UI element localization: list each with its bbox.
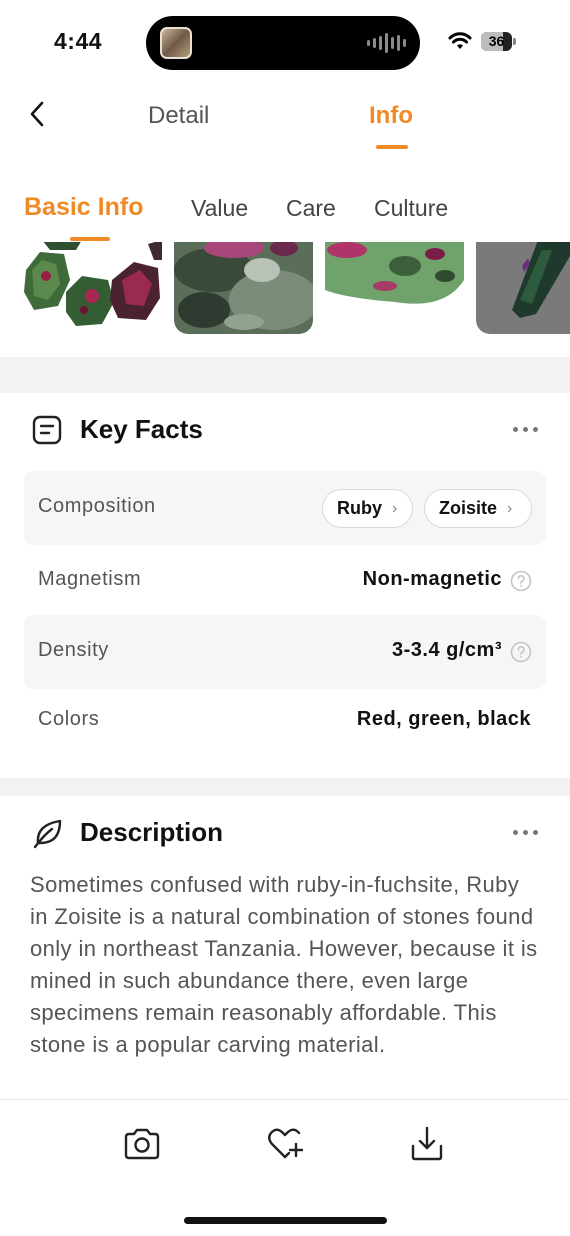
- gem-photo-beads[interactable]: [22, 242, 162, 334]
- chip-zoisite[interactable]: Zoisite ›: [424, 489, 532, 528]
- help-icon[interactable]: [510, 570, 532, 592]
- chevron-right-icon: ›: [507, 499, 513, 517]
- gem-photo-point[interactable]: [476, 242, 570, 334]
- bottom-action-bar: [0, 1099, 570, 1236]
- chevron-left-icon: [30, 101, 44, 127]
- back-button[interactable]: [22, 96, 52, 132]
- chip-ruby[interactable]: Ruby ›: [322, 489, 413, 528]
- subtab-basic-info[interactable]: Basic Info: [24, 193, 143, 222]
- chevron-right-icon: ›: [392, 499, 398, 517]
- battery-level-text: 36: [488, 33, 505, 49]
- magnetism-value: Non-magnetic: [362, 568, 502, 590]
- fact-row-density: Density 3-3.4 g/cm³: [24, 615, 546, 689]
- dynamic-island[interactable]: [146, 16, 420, 70]
- help-icon[interactable]: [510, 641, 532, 663]
- camera-icon[interactable]: [122, 1124, 162, 1164]
- colors-value: Red, green, black: [356, 708, 531, 730]
- download-icon[interactable]: [407, 1124, 447, 1164]
- subtab-culture[interactable]: Culture: [374, 195, 448, 222]
- colors-label: Colors: [38, 708, 100, 730]
- description-text: Sometimes confused with ruby-in-fuchsite…: [30, 872, 538, 1057]
- fact-row-colors: Colors Red, green, black: [24, 684, 546, 758]
- audio-wave-icon: [367, 32, 406, 54]
- gem-image-gallery[interactable]: [0, 242, 570, 338]
- battery-icon: 36: [481, 32, 516, 51]
- chip-ruby-label: Ruby: [337, 498, 382, 518]
- sub-tab-bar: Basic Info Value Care Culture: [0, 192, 570, 244]
- heart-add-icon[interactable]: [265, 1124, 305, 1164]
- list-card-icon: [32, 415, 62, 445]
- status-bar: 4:44 36: [0, 0, 570, 86]
- description-title: Description: [80, 817, 224, 847]
- now-playing-thumbnail: [160, 27, 192, 59]
- density-label: Density: [38, 639, 109, 661]
- chip-zoisite-label: Zoisite: [439, 498, 498, 518]
- home-indicator[interactable]: [184, 1217, 387, 1224]
- fact-row-magnetism: Magnetism Non-magnetic: [24, 544, 546, 618]
- tab-detail[interactable]: Detail: [148, 102, 209, 130]
- status-time: 4:44: [54, 28, 103, 54]
- subtab-care[interactable]: Care: [286, 195, 336, 222]
- composition-label: Composition: [38, 495, 156, 517]
- fact-row-composition: Composition Ruby › Zoisite ›: [24, 471, 546, 545]
- gem-photo-slab[interactable]: [325, 242, 464, 334]
- leaf-icon: [33, 819, 62, 849]
- subtab-value[interactable]: Value: [191, 195, 248, 222]
- key-facts-more-icon[interactable]: [513, 427, 538, 432]
- key-facts-title: Key Facts: [80, 414, 203, 444]
- density-value: 3-3.4 g/cm³: [392, 639, 502, 661]
- wifi-icon: [448, 32, 472, 49]
- tab-info-indicator: [376, 145, 408, 149]
- section-divider: [0, 357, 570, 393]
- section-divider: [0, 778, 570, 796]
- gem-photo-rough[interactable]: [174, 242, 313, 334]
- description-more-icon[interactable]: [513, 830, 538, 835]
- subtab-indicator: [70, 237, 110, 241]
- magnetism-label: Magnetism: [38, 568, 142, 590]
- tab-info[interactable]: Info: [369, 102, 413, 130]
